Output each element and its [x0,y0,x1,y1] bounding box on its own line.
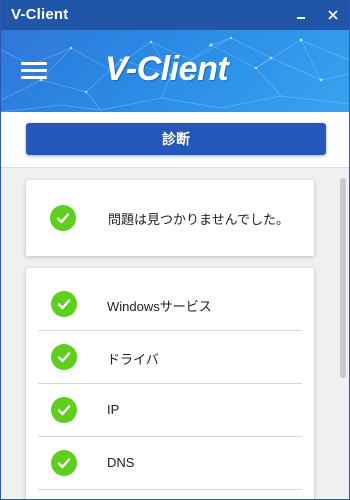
hamburger-menu-button[interactable] [17,56,53,86]
check-item-dns: DNS [38,437,302,490]
close-button[interactable] [319,0,347,30]
minimize-button[interactable] [287,0,315,30]
status-message: 問題は見つかりませんでした。 [108,212,289,227]
check-item-windows-service: Windowsサービス [38,278,302,331]
diagnose-toolbar: 診断 [1,112,349,168]
check-circle-icon [51,397,77,423]
menu-icon-bar [21,69,47,72]
app-logo: V-Client [105,50,229,88]
check-item-label: Windowsサービス [107,299,212,314]
close-icon [328,10,338,20]
status-card: 問題は見つかりませんでした。 [26,180,314,256]
window-title: V-Client [11,6,69,23]
menu-icon-bar [21,62,47,65]
scrollbar[interactable] [337,168,349,499]
check-circle-icon [51,450,77,476]
checks-card: Windowsサービス ドライバ IP DNS [26,268,314,499]
check-item-label: ドライバ [107,352,159,367]
check-circle-icon [51,291,77,317]
check-item-label: DNS [107,455,135,470]
diagnose-button[interactable]: 診断 [26,123,326,155]
header-banner: V-Client [1,30,349,112]
results-panel: 問題は見つかりませんでした。 Windowsサービス ドライバ IP DNS [1,168,349,499]
minimize-icon [297,17,305,19]
check-item-label: IP [107,402,120,417]
check-circle-icon [50,205,76,231]
check-item-driver: ドライバ [38,331,302,384]
check-circle-icon [51,344,77,370]
menu-icon-bar [21,76,47,79]
title-bar: V-Client [1,0,349,30]
scrollbar-thumb[interactable] [340,178,346,378]
check-item-ip: IP [38,384,302,437]
